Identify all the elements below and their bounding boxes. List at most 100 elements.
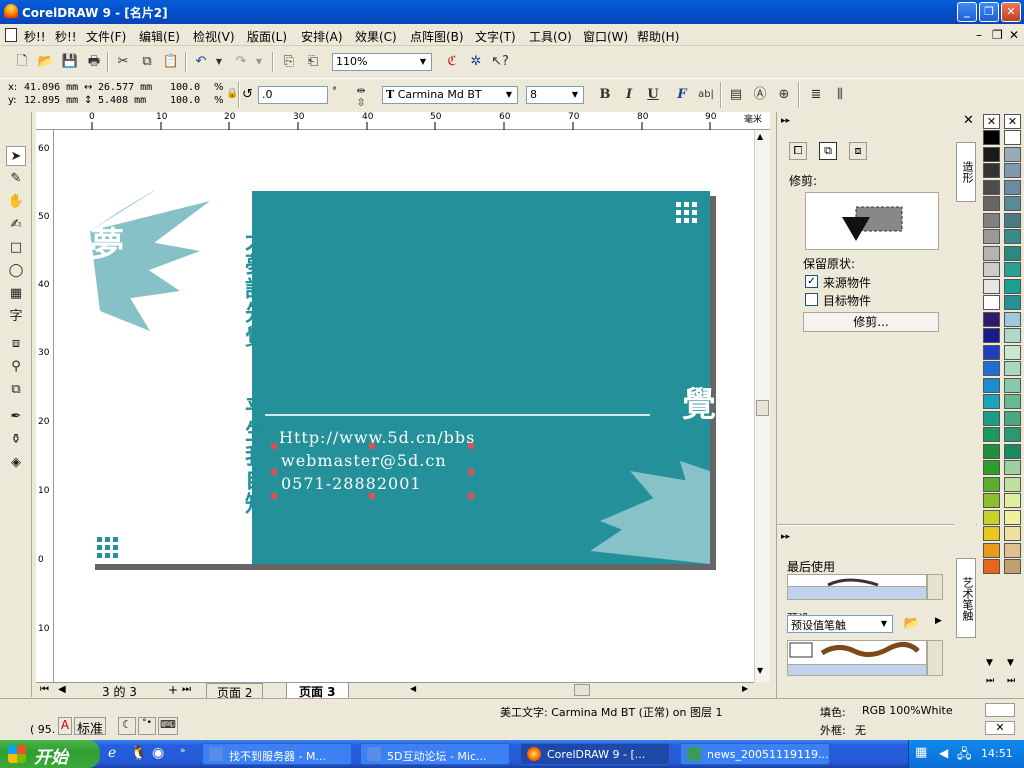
eyedropper-tool-icon[interactable]: ⚲ <box>6 357 26 377</box>
palette-swatch[interactable] <box>983 146 1000 162</box>
scale-y-field[interactable]: 100.0 <box>170 95 200 106</box>
convert-to-curves-icon[interactable]: ⊕ <box>774 85 794 105</box>
start-button[interactable]: 开始 <box>0 740 100 768</box>
selection-handle[interactable] <box>369 493 375 499</box>
palette-swatch[interactable] <box>983 394 1000 409</box>
horizontal-ruler[interactable]: 0 10 20 30 40 50 60 70 80 90 毫米 <box>36 112 770 130</box>
palette-swatch[interactable] <box>983 328 1000 343</box>
palette-swatch[interactable] <box>1004 526 1021 541</box>
palette-swatch[interactable] <box>1004 295 1021 310</box>
coreldraw-app-icon[interactable] <box>4 4 18 18</box>
punctuation-icon[interactable]: °• <box>138 717 156 735</box>
font-list-dropdown[interactable]: T Carmina Md BT ▼ <box>382 86 518 104</box>
palette-swatch[interactable] <box>983 443 1000 459</box>
fill-swatch[interactable] <box>985 703 1015 717</box>
palette-swatch[interactable] <box>983 295 1000 310</box>
text-tool-icon[interactable]: 字 <box>6 307 26 327</box>
copy-icon[interactable]: ⧉ <box>137 52 157 72</box>
lock-ratio-icon[interactable]: 🔒 <box>226 88 238 99</box>
menu-bitmaps[interactable]: 点阵图(B) <box>410 28 464 45</box>
interactive-fill-tool-icon[interactable]: ⧉ <box>6 380 26 400</box>
redo-dropdown-icon[interactable]: ▼ <box>249 52 269 72</box>
vertical-ruler[interactable]: 60 50 40 30 20 10 0 10 <box>36 130 54 682</box>
task-ie-server-not-found[interactable]: 找不到服务器 - M... <box>202 743 352 765</box>
palette-swatch[interactable] <box>1004 361 1021 376</box>
undo-dropdown-icon[interactable]: ▼ <box>209 52 229 72</box>
hscroll-right-icon[interactable]: ▶ <box>742 684 748 693</box>
mirror-vertical-icon[interactable]: ⇳ <box>351 93 371 113</box>
freehand-tool-icon[interactable]: ✍ <box>6 215 26 235</box>
palette-scroll-down-icon[interactable]: ▼ <box>1007 658 1014 668</box>
print-icon[interactable]: 🖶 <box>84 52 104 72</box>
palette-swatch[interactable] <box>1004 542 1021 558</box>
preset-strokes-vscroll[interactable] <box>927 640 943 676</box>
vertical-scrollbar[interactable]: ▲ ▼ <box>754 130 770 682</box>
palette-swatch[interactable] <box>983 493 1000 508</box>
last-page-icon[interactable]: ⏭ <box>182 684 191 695</box>
cut-icon[interactable]: ✂ <box>113 52 133 72</box>
bold-button[interactable]: B <box>595 85 615 105</box>
docker-expand-icon[interactable]: ▸▸ <box>781 116 790 126</box>
palette-swatch[interactable] <box>1004 344 1021 360</box>
edit-text-button[interactable]: ab| <box>696 85 716 105</box>
horizontal-text-icon[interactable]: ≣ <box>806 85 826 105</box>
menu-help[interactable]: 帮助(H) <box>637 28 679 45</box>
vertical-slogan-1[interactable]: 大夢誰先覺 <box>240 229 268 349</box>
doc-close-button[interactable]: ✕ <box>1009 28 1019 42</box>
y-position-field[interactable]: 12.895 mm <box>24 95 78 106</box>
shape-tool-icon[interactable]: ✎ <box>6 169 26 189</box>
import-icon[interactable]: ⎘ <box>279 52 299 72</box>
rectangle-tool-icon[interactable]: □ <box>6 238 26 258</box>
ime-icon[interactable]: A <box>58 717 72 735</box>
menu-file[interactable]: 文件(F) <box>86 28 126 45</box>
menu-window[interactable]: 窗口(W) <box>583 28 628 45</box>
menu-arrange[interactable]: 安排(A) <box>301 28 343 45</box>
new-icon[interactable]: 🗋 <box>12 52 32 72</box>
selection-handle[interactable] <box>468 493 474 499</box>
scale-x-field[interactable]: 100.0 <box>170 82 200 93</box>
palette-swatch[interactable] <box>983 245 1000 261</box>
underline-button[interactable]: U <box>643 85 663 105</box>
palette-swatch[interactable] <box>983 179 1000 195</box>
task-news-image[interactable]: news_20051119119... <box>680 743 830 765</box>
hscroll-left-icon[interactable]: ◀ <box>410 684 416 693</box>
menu-effects[interactable]: 效果(C) <box>355 28 397 45</box>
document-icon[interactable] <box>5 28 17 42</box>
palette-swatch[interactable] <box>1004 476 1021 492</box>
tray-expand-icon[interactable]: ◀ <box>939 746 948 760</box>
interactive-blend-tool-icon[interactable]: ⧈ <box>6 334 26 354</box>
palette-swatch[interactable] <box>983 410 1000 426</box>
recent-strokes-scrollbar[interactable] <box>787 586 927 600</box>
close-button[interactable]: ✕ <box>1001 2 1021 22</box>
palette-swatch[interactable] <box>983 278 1000 294</box>
palette-swatch[interactable] <box>1004 394 1021 409</box>
palette-scroll-down-icon[interactable]: ▼ <box>986 658 993 668</box>
scroll-up-icon[interactable]: ▲ <box>757 132 763 141</box>
palette-swatch[interactable] <box>983 212 1000 228</box>
palette-swatch[interactable] <box>983 361 1000 376</box>
text-on-path-icon[interactable]: Ⓐ <box>750 85 770 105</box>
application-launcher-icon[interactable]: ✲ <box>466 52 486 72</box>
card-website[interactable]: Http://www.5d.cn/bbs <box>279 428 475 447</box>
doc-restore-button[interactable]: ❐ <box>992 28 1003 42</box>
palette-swatch[interactable] <box>1004 245 1021 261</box>
fill-tool-icon[interactable]: ⚱ <box>6 430 26 450</box>
palette-swatch[interactable] <box>983 509 1000 525</box>
browser-quicklaunch-icon[interactable]: ◉ <box>152 745 164 761</box>
ime-mode[interactable]: 标准 <box>74 717 107 737</box>
palette-swatch[interactable] <box>983 262 1000 277</box>
palette-swatch[interactable] <box>1004 146 1021 162</box>
menu-macro-1[interactable]: 秒!! <box>24 28 46 45</box>
width-field[interactable]: 26.577 mm <box>98 82 152 93</box>
docker-close-icon[interactable]: ✕ <box>963 113 974 128</box>
pan-tool-icon[interactable]: ✋ <box>6 192 26 212</box>
tab-artistic-media[interactable]: 艺术笔触 <box>956 558 976 638</box>
palette-swatch[interactable] <box>983 311 1000 327</box>
selection-handle[interactable] <box>369 443 375 449</box>
ie-quicklaunch-icon[interactable]: ℯ <box>108 745 116 761</box>
menu-text[interactable]: 文字(T) <box>475 28 516 45</box>
x-position-field[interactable]: 41.096 mm <box>24 82 78 93</box>
format-text-button[interactable]: F <box>672 85 692 105</box>
menu-edit[interactable]: 编辑(E) <box>139 28 180 45</box>
graph-paper-tool-icon[interactable]: ▦ <box>6 284 26 304</box>
